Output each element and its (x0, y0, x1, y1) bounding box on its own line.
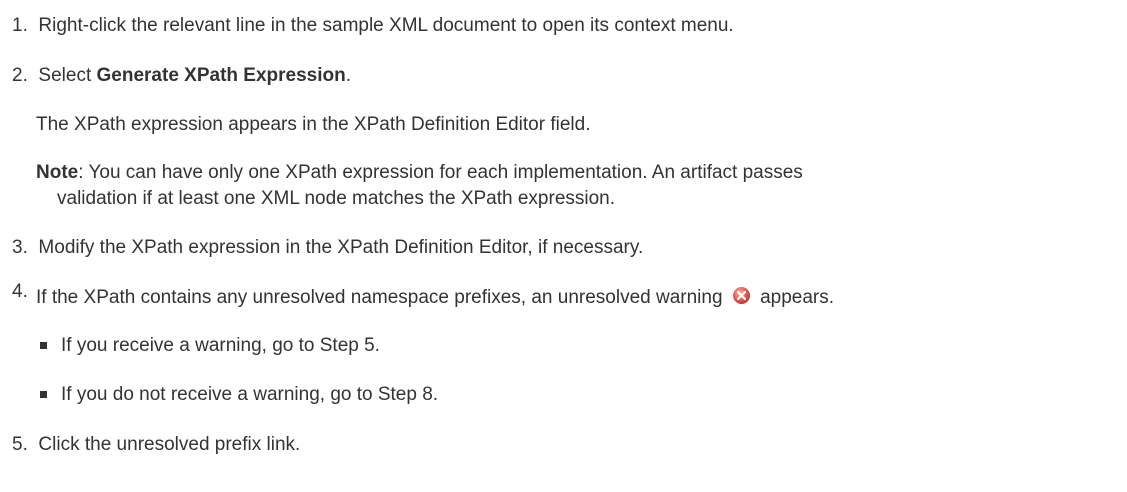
step-1-number: 1. (12, 15, 28, 36)
step-4-text-after-icon: appears. (760, 287, 835, 308)
step-3: 3. Modify the XPath expression in the XP… (12, 235, 643, 261)
step-1-text: Right-click the relevant line in the sam… (38, 15, 734, 36)
step-2-result: The XPath expression appears in the XPat… (36, 114, 591, 135)
unresolved-warning-icon (732, 286, 751, 305)
step-4-number: 4. (12, 281, 28, 302)
step-2-number: 2. (12, 65, 28, 86)
bullet-marker (40, 391, 47, 398)
step-5-number: 5. (12, 434, 28, 455)
step-4-bullet-2: If you do not receive a warning, go to S… (61, 384, 439, 405)
step-5-text: Click the unresolved prefix link. (38, 434, 301, 455)
step-2: 2. Select Generate XPath Expression. (12, 63, 351, 89)
step-2-bold-command: Generate XPath Expression (96, 65, 346, 86)
step-1: 1. Right-click the relevant line in the … (12, 13, 734, 39)
step-2-prefix: Select (38, 65, 97, 86)
bullet-marker (40, 342, 47, 349)
step-4-text-before-icon: If the XPath contains any unresolved nam… (36, 287, 723, 308)
note-label: Note (36, 162, 79, 183)
step-4: If the XPath contains any unresolved nam… (36, 285, 834, 311)
step-5: 5. Click the unresolved prefix link. (12, 432, 300, 458)
step-3-text: Modify the XPath expression in the XPath… (38, 237, 644, 258)
note-line-2: validation if at least one XML node matc… (57, 188, 616, 209)
note-line-1: Note: You can have only one XPath expres… (36, 160, 803, 186)
step-3-number: 3. (12, 237, 28, 258)
step-2-suffix: . (345, 65, 352, 86)
step-4-bullet-1: If you receive a warning, go to Step 5. (61, 335, 380, 356)
note-text-line-1: : You can have only one XPath expression… (78, 162, 803, 183)
